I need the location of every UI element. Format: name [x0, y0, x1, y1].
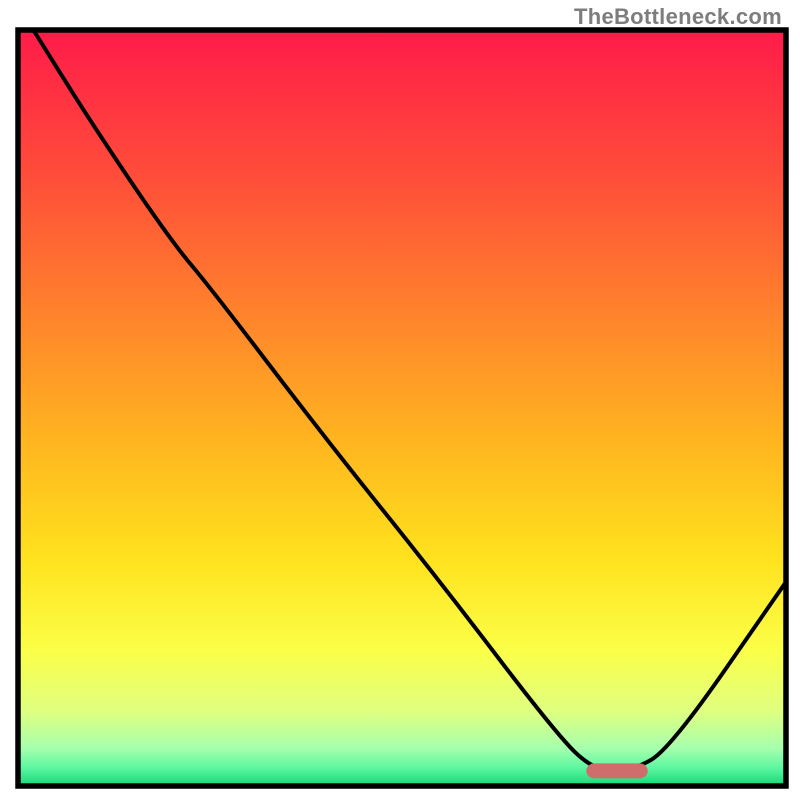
- chart-stage: { "watermark": "TheBottleneck.com", "cha…: [0, 0, 800, 800]
- plot-background-gradient: [18, 30, 786, 786]
- watermark-text: TheBottleneck.com: [574, 4, 782, 30]
- optimal-range-marker: [586, 763, 647, 778]
- bottleneck-chart: [0, 0, 800, 800]
